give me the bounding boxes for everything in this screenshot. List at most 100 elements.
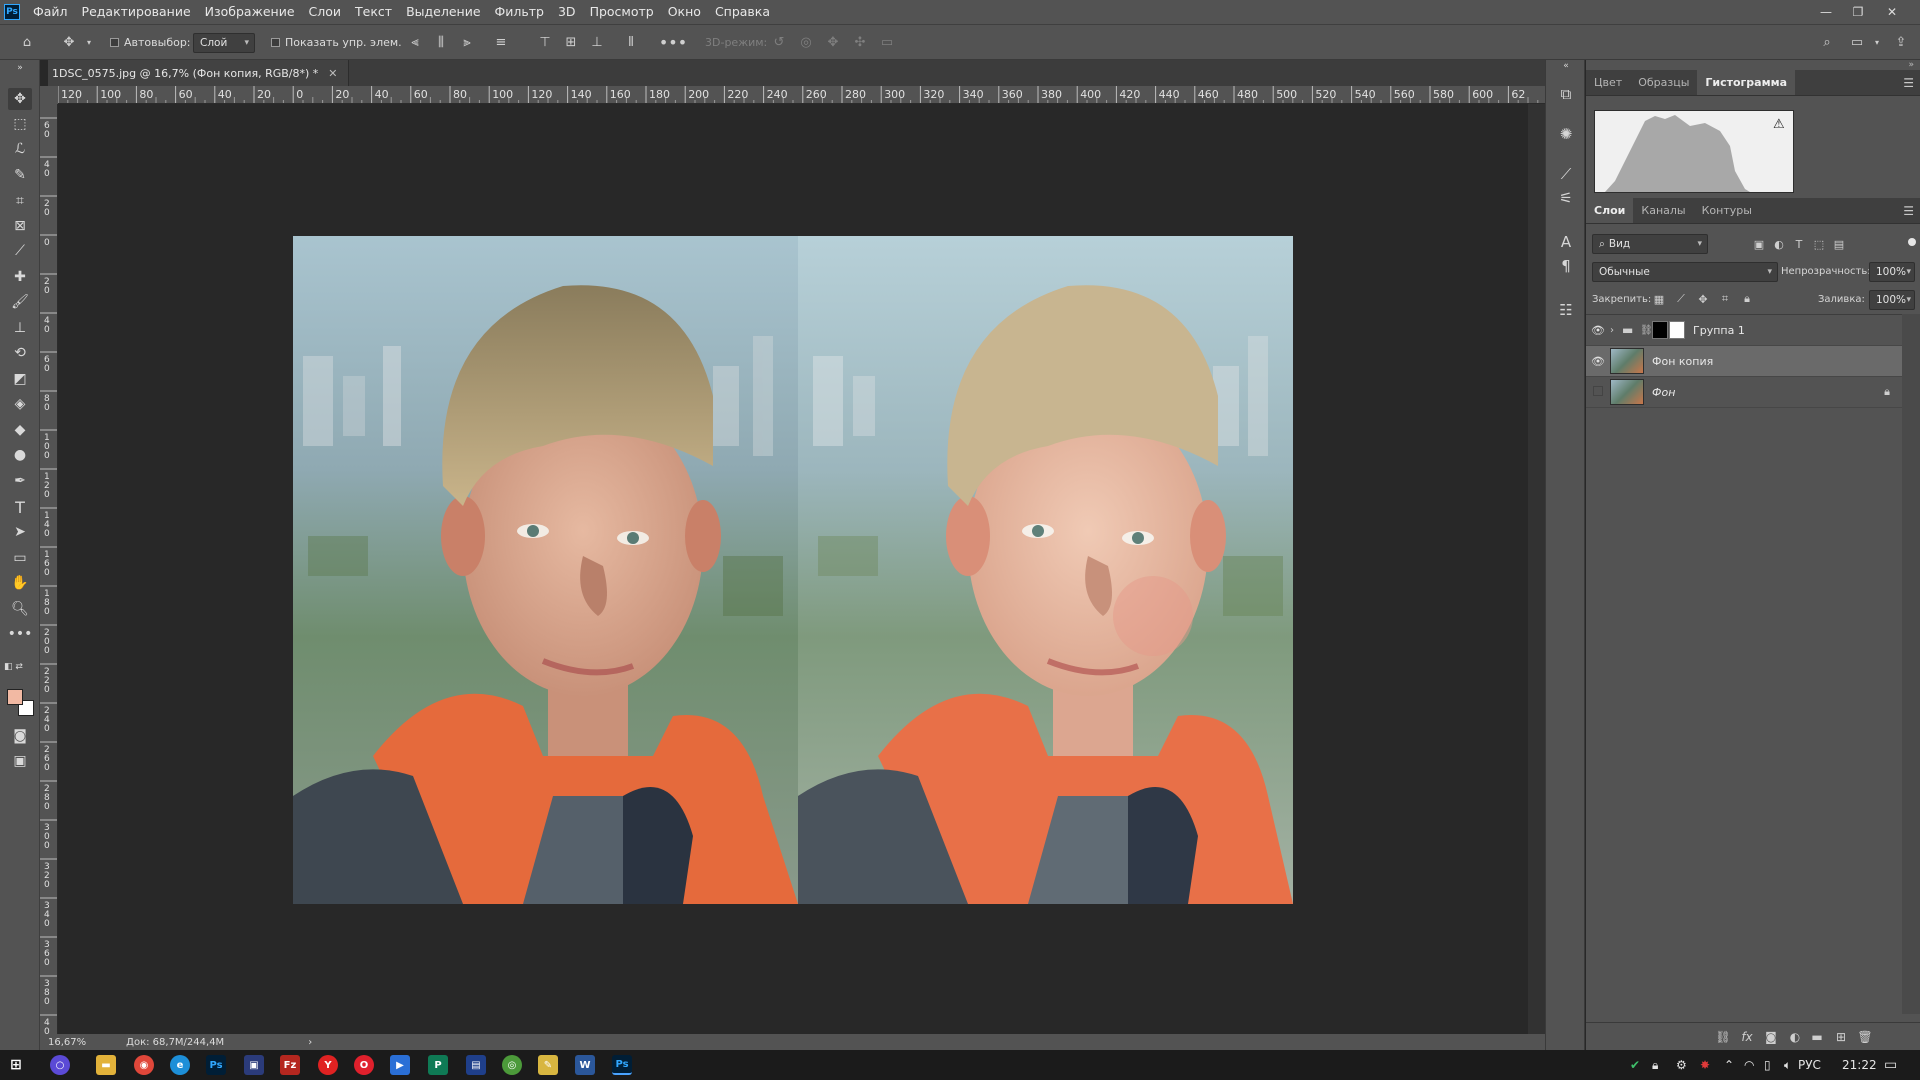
collapse-panels-icon[interactable]: » xyxy=(1586,60,1920,70)
language-indicator[interactable]: РУС xyxy=(1798,1050,1821,1080)
blur-tool-icon[interactable]: ◆ xyxy=(8,419,32,441)
document-image[interactable] xyxy=(293,236,1293,904)
new-adjustment-icon[interactable]: ◐ xyxy=(1786,1029,1804,1045)
align-right-icon[interactable]: ⫸ xyxy=(458,33,476,51)
filter-smart-icon[interactable]: ▤ xyxy=(1830,235,1848,253)
close-window-icon[interactable]: ✕ xyxy=(1876,0,1908,24)
blend-mode-dropdown[interactable]: Обычные ▾ xyxy=(1592,262,1778,282)
tray-app-red-icon[interactable]: ✸ xyxy=(1700,1050,1710,1080)
warning-icon[interactable]: ⚠ xyxy=(1773,117,1785,132)
layer-name[interactable]: Группа 1 xyxy=(1693,324,1745,337)
workspace-icon[interactable]: ▭ xyxy=(1848,33,1866,51)
wifi-icon[interactable]: ◠ xyxy=(1744,1050,1754,1080)
marquee-tool-icon[interactable]: ⬚ xyxy=(8,113,32,135)
lock-icon[interactable]: 🔒︎ xyxy=(1884,385,1890,399)
brush-settings-icon[interactable]: ⟋ xyxy=(1556,164,1576,184)
chevron-down-icon[interactable]: ▾ xyxy=(80,33,98,51)
chrome-icon[interactable]: ◉ xyxy=(134,1055,154,1075)
eye-hidden-icon[interactable] xyxy=(1586,385,1610,399)
fill-field[interactable]: 100% ▾ xyxy=(1869,290,1915,310)
lasso-tool-icon[interactable]: ℒ xyxy=(8,138,32,160)
distribute-icon[interactable]: ≡ xyxy=(492,33,510,51)
windows-start-icon[interactable]: ⊞ xyxy=(6,1055,26,1075)
move-tool-icon[interactable]: ✥ xyxy=(8,88,32,110)
align-bottom-icon[interactable]: ⊥ xyxy=(588,33,606,51)
lock-all-icon[interactable]: 🔒︎ xyxy=(1738,290,1756,308)
menu-window[interactable]: Окно xyxy=(661,0,708,24)
more-options-icon[interactable]: ••• xyxy=(659,33,687,52)
tray-up-icon[interactable]: ⌃ xyxy=(1724,1050,1734,1080)
publisher-icon[interactable]: P xyxy=(428,1055,448,1075)
zoom-tool-icon[interactable]: 🔍︎ xyxy=(8,598,32,620)
show-transform-checkbox[interactable]: Показать упр. элем. xyxy=(271,25,402,60)
quick-mask-icon[interactable]: ◙ xyxy=(8,725,32,747)
panel-menu-icon[interactable]: ☰ xyxy=(1903,76,1914,90)
menu-view[interactable]: Просмотр xyxy=(583,0,661,24)
menu-image[interactable]: Изображение xyxy=(198,0,302,24)
trash-icon[interactable]: 🗑︎ xyxy=(1856,1029,1874,1045)
photoshop-taskbar-icon[interactable]: Ps xyxy=(206,1055,226,1075)
new-group-icon[interactable]: ▬ xyxy=(1808,1029,1826,1045)
new-layer-icon[interactable]: ⊞ xyxy=(1832,1029,1850,1045)
tray-app-icon[interactable]: ⚙ xyxy=(1676,1050,1687,1080)
eraser-tool-icon[interactable]: ◩ xyxy=(8,368,32,390)
edit-toolbar-icon[interactable]: ••• xyxy=(8,623,33,645)
tab-layers[interactable]: Слои xyxy=(1586,198,1634,223)
filter-pixel-icon[interactable]: ▣ xyxy=(1750,235,1768,253)
video-editor-icon[interactable]: ▤ xyxy=(466,1055,486,1075)
opacity-field[interactable]: 100% ▾ xyxy=(1869,262,1915,282)
tab-swatches[interactable]: Образцы xyxy=(1630,70,1697,95)
properties-icon[interactable]: ☷ xyxy=(1556,300,1576,320)
chevron-right-icon[interactable]: › xyxy=(308,1037,312,1048)
photoshop-active-icon[interactable]: Ps xyxy=(612,1055,632,1075)
align-top-icon[interactable]: ⊤ xyxy=(536,33,554,51)
filter-adjustment-icon[interactable]: ◐ xyxy=(1770,235,1788,253)
opera-icon[interactable]: O xyxy=(354,1055,374,1075)
link-layers-icon[interactable]: ⛓ xyxy=(1714,1029,1732,1045)
clock[interactable]: 21:22 xyxy=(1842,1050,1877,1080)
panel-menu-icon[interactable]: ☰ xyxy=(1903,204,1914,218)
menu-3d[interactable]: 3D xyxy=(551,0,583,24)
layer-row-group[interactable]: 👁︎ › ▬ ⛓ Группа 1 xyxy=(1586,315,1902,346)
link-icon[interactable]: ⛓ xyxy=(1640,325,1653,336)
tab-paths[interactable]: Контуры xyxy=(1694,198,1760,223)
pen-tool-icon[interactable]: ✒ xyxy=(8,470,32,492)
edge-icon[interactable]: e xyxy=(170,1055,190,1075)
lock-transparency-icon[interactable]: ▦ xyxy=(1650,290,1668,308)
close-tab-icon[interactable]: ✕ xyxy=(328,67,337,80)
dodge-tool-icon[interactable]: ● xyxy=(8,444,32,466)
layer-filter-dropdown[interactable]: ⌕ Вид ▾ xyxy=(1592,234,1708,254)
lock-pixels-icon[interactable]: ⟋ xyxy=(1672,290,1690,308)
eye-icon[interactable]: 👁︎ xyxy=(1586,355,1610,368)
auto-select-dropdown[interactable]: Слой ▾ xyxy=(193,32,255,53)
filter-type-icon[interactable]: T xyxy=(1790,235,1808,253)
chevron-right-icon[interactable]: › xyxy=(1610,325,1622,336)
browser-icon[interactable]: ◎ xyxy=(502,1055,522,1075)
tab-channels[interactable]: Каналы xyxy=(1633,198,1693,223)
zoom-readout[interactable]: 16,67% xyxy=(48,1037,86,1048)
filter-toggle-icon[interactable] xyxy=(1908,238,1916,246)
add-mask-icon[interactable]: ◙ xyxy=(1762,1029,1780,1045)
file-explorer-icon[interactable]: ▬ xyxy=(96,1055,116,1075)
document-tab[interactable]: 1DSC_0575.jpg @ 16,7% (Фон копия, RGB/8*… xyxy=(48,60,349,86)
menu-select[interactable]: Выделение xyxy=(399,0,487,24)
battery-icon[interactable]: ▯ xyxy=(1764,1050,1771,1080)
lock-tray-icon[interactable]: 🔒︎ xyxy=(1652,1050,1658,1080)
history-icon[interactable]: ⧉ xyxy=(1556,84,1576,104)
chevron-down-icon[interactable]: ▾ xyxy=(1868,33,1886,51)
brush-tool-icon[interactable]: 🖌 xyxy=(8,291,32,313)
fx-icon[interactable]: fx xyxy=(1738,1029,1756,1045)
assistant-icon[interactable]: ○ xyxy=(50,1055,70,1075)
layer-name[interactable]: Фон xyxy=(1652,386,1675,399)
foreground-color-swatch[interactable] xyxy=(7,689,23,705)
notes-icon[interactable]: ✎ xyxy=(538,1055,558,1075)
hand-tool-icon[interactable]: ✋ xyxy=(8,572,32,594)
stamp-tool-icon[interactable]: ⊥ xyxy=(8,317,32,339)
notifications-icon[interactable]: ▭ xyxy=(1884,1050,1897,1080)
tab-color[interactable]: Цвет xyxy=(1586,70,1630,95)
security-tray-icon[interactable]: ✔ xyxy=(1630,1050,1640,1080)
align-middle-v-icon[interactable]: ⊞ xyxy=(562,33,580,51)
filezilla-icon[interactable]: Fz xyxy=(280,1055,300,1075)
collapse-strip-icon[interactable]: « xyxy=(1556,60,1576,72)
crop-tool-icon[interactable]: ⌗ xyxy=(8,190,32,212)
